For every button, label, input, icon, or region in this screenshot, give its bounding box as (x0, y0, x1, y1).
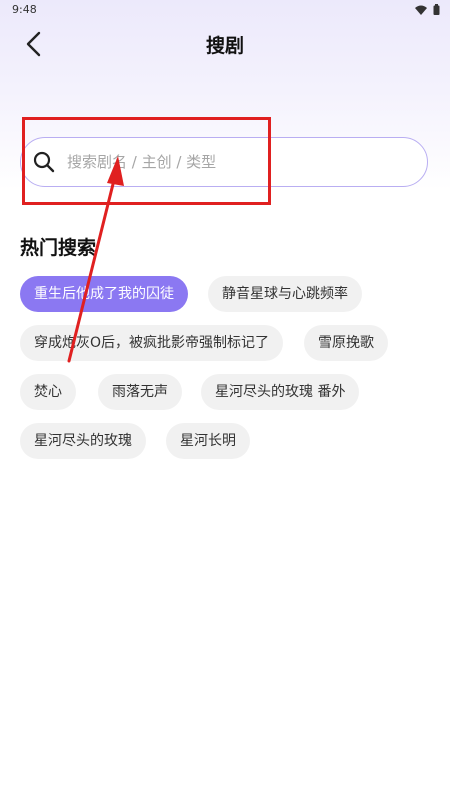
hot-search-tag[interactable]: 静音星球与心跳频率 (208, 276, 362, 312)
wifi-icon (415, 0, 427, 19)
chevron-left-icon (25, 31, 43, 61)
status-bar: 9:48 (0, 0, 450, 20)
page-title: 搜剧 (205, 35, 244, 57)
battery-icon (433, 0, 440, 19)
hot-search-tag[interactable]: 雪原挽歌 (304, 325, 388, 361)
hot-search-tag[interactable]: 重生后他成了我的囚徒 (20, 276, 188, 312)
header: 搜剧 (0, 24, 450, 68)
hot-search-tag[interactable]: 穿成炮灰O后，被疯批影帝强制标记了 (20, 325, 284, 361)
hot-search-title: 热门搜索 (20, 237, 97, 259)
hot-search-tag[interactable]: 星河长明 (166, 423, 250, 459)
status-time: 9:48 (12, 3, 37, 16)
hot-search-tag[interactable]: 星河尽头的玫瑰 (20, 423, 146, 459)
hot-search-tag[interactable]: 焚心 (20, 374, 76, 410)
search-box[interactable] (20, 137, 428, 187)
status-icons (415, 3, 440, 15)
search-input[interactable] (65, 152, 389, 172)
back-button[interactable] (18, 30, 50, 62)
hot-search-tag[interactable]: 雨落无声 (98, 374, 182, 410)
hot-search-tag[interactable]: 星河尽头的玫瑰 番外 (201, 374, 360, 410)
search-icon (33, 151, 55, 173)
